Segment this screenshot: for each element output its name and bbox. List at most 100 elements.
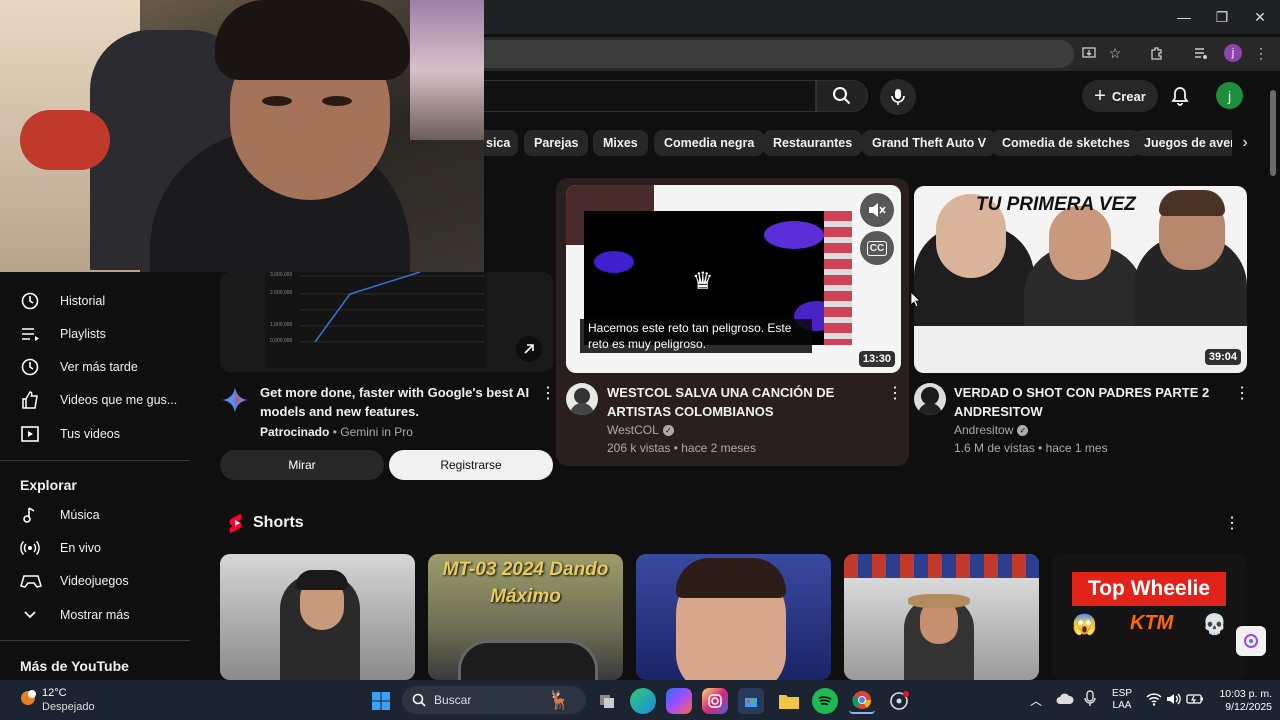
clock-time: 10:03 p. m.: [1219, 688, 1272, 700]
search-icon: [412, 693, 426, 707]
captions-button[interactable]: CC: [860, 231, 894, 265]
chip-gta[interactable]: Grand Theft Auto V: [862, 130, 997, 156]
ad-thumbnail[interactable]: 3,000,000 2,000,000 1,000,000 0,000,000: [220, 272, 553, 372]
advertiser-name: Gemini in Pro: [340, 425, 413, 439]
sidebar-item-en-vivo[interactable]: En vivo: [0, 531, 190, 564]
store-icon[interactable]: [738, 688, 764, 714]
chip-mixes[interactable]: Mixes: [593, 130, 648, 156]
video1-channel[interactable]: WestCOL: [607, 422, 659, 439]
assistant-floating-icon[interactable]: [1236, 626, 1266, 656]
plus-icon: +: [1094, 85, 1106, 107]
file-explorer-icon[interactable]: [776, 688, 802, 714]
music-icon: [0, 505, 60, 525]
video1-more-options-icon[interactable]: ⋮: [887, 386, 903, 402]
edge-icon[interactable]: [630, 688, 656, 714]
explore-heading: Explorar: [20, 477, 77, 493]
video1-preview[interactable]: ♛ CC Hacemos este reto tan peligroso. Es…: [566, 185, 901, 373]
video2-thumbnail[interactable]: TU PRIMERA VEZ 39:04: [914, 186, 1247, 373]
volume-icon[interactable]: [1166, 692, 1182, 711]
ad-title[interactable]: Get more done, faster with Google's best…: [260, 383, 532, 421]
chip-comedia-sketches[interactable]: Comedia de sketches: [992, 130, 1140, 156]
chip-juegos-aventura[interactable]: Juegos de avent: [1134, 130, 1244, 156]
close-window-button[interactable]: ✕: [1242, 4, 1278, 30]
menu-icon[interactable]: ⋮: [1250, 42, 1272, 64]
avatar[interactable]: j: [1216, 82, 1243, 109]
sidebar-item-musica[interactable]: Música: [0, 498, 190, 531]
maximize-button[interactable]: ❐: [1204, 4, 1240, 30]
search-button[interactable]: [816, 80, 868, 112]
register-button[interactable]: Registrarse: [389, 450, 553, 480]
battery-icon[interactable]: [1186, 692, 1204, 711]
obs-recording-icon[interactable]: [886, 688, 912, 714]
shorts-more-options-icon[interactable]: ⋮: [1224, 516, 1240, 532]
address-bar[interactable]: [484, 40, 1074, 68]
sidebar-item-ver-mas-tarde[interactable]: Ver más tarde: [0, 350, 190, 383]
notifications-button[interactable]: [1168, 84, 1192, 108]
video2-channel-row[interactable]: Andresitow ✓: [954, 422, 1029, 439]
ad-sponsor-line: Patrocinado • Gemini in Pro: [260, 424, 413, 440]
video2-meta: 1.6 M de vistas • hace 1 mes: [954, 441, 1108, 455]
video2-channel[interactable]: Andresitow: [954, 422, 1013, 439]
task-view-icon[interactable]: [594, 688, 620, 714]
ad-more-options-icon[interactable]: ⋮: [540, 386, 556, 402]
onedrive-icon[interactable]: [1056, 692, 1074, 710]
sponsor-label: Patrocinado: [260, 425, 330, 439]
chip-parejas[interactable]: Parejas: [524, 130, 589, 156]
language-indicator[interactable]: ESP LAA: [1112, 688, 1132, 712]
create-button[interactable]: + Crear: [1082, 80, 1158, 112]
extensions-icon[interactable]: [1146, 42, 1168, 64]
chrome-icon[interactable]: [849, 688, 875, 714]
copilot-icon[interactable]: [666, 688, 692, 714]
short-item[interactable]: [220, 554, 415, 680]
windows-start-icon[interactable]: [368, 688, 394, 714]
star-icon[interactable]: ☆: [1104, 42, 1126, 64]
minimize-button[interactable]: —: [1166, 4, 1202, 30]
clock[interactable]: 10:03 p. m. 9/12/2025: [1206, 688, 1272, 714]
verified-icon: ✓: [662, 425, 674, 436]
short-item[interactable]: [844, 554, 1039, 680]
westcol-avatar[interactable]: [566, 383, 598, 415]
short-item[interactable]: [636, 554, 831, 680]
sidebar-item-liked[interactable]: Videos que me gus...: [0, 383, 190, 416]
short-overlay-text: MT-03 2024 Dando Máximo: [442, 559, 609, 607]
install-icon[interactable]: [1078, 42, 1100, 64]
instagram-icon[interactable]: [702, 688, 728, 714]
mic-tray-icon[interactable]: [1084, 690, 1096, 713]
scrollbar-thumb[interactable]: [1270, 90, 1276, 176]
wifi-icon[interactable]: [1146, 692, 1162, 711]
weather-icon[interactable]: [14, 686, 40, 712]
mute-icon[interactable]: [860, 193, 894, 227]
short-item[interactable]: Top Wheelie KTM 😱 💀: [1052, 554, 1247, 680]
search-input[interactable]: [484, 80, 816, 112]
show-hidden-icons[interactable]: ︿: [1030, 692, 1042, 709]
chevron-right-icon[interactable]: ›: [1232, 130, 1258, 156]
video1-title[interactable]: WESTCOL SALVA UNA CANCIÓN DE ARTISTAS CO…: [607, 383, 877, 421]
andresitow-avatar[interactable]: [914, 383, 946, 415]
chip-restaurantes[interactable]: Restaurantes: [763, 130, 863, 156]
ad-chart-tick: 2,000,000: [270, 290, 293, 296]
watch-button[interactable]: Mirar: [220, 450, 384, 480]
spotify-icon[interactable]: [812, 688, 838, 714]
short-item[interactable]: MT-03 2024 Dando Máximo: [428, 554, 623, 680]
sidebar-item-historial[interactable]: Historial: [0, 284, 190, 317]
video1-channel-row[interactable]: WestCOL ✓: [607, 422, 674, 439]
sidebar-divider: [0, 460, 190, 461]
sidebar-item-label: Playlists: [60, 326, 106, 341]
video2-more-options-icon[interactable]: ⋮: [1234, 386, 1250, 402]
chip-musica[interactable]: sica: [484, 130, 518, 156]
sidebar-divider: [0, 640, 190, 641]
playlist-icon: [0, 324, 60, 344]
voice-search-button[interactable]: [880, 79, 916, 115]
sidebar-item-playlists[interactable]: Playlists: [0, 317, 190, 350]
sidebar-item-mostrar-mas[interactable]: Mostrar más: [0, 598, 190, 631]
mouse-cursor-icon: [910, 291, 921, 313]
sidebar-item-videojuegos[interactable]: Videojuegos: [0, 564, 190, 597]
video2-title[interactable]: VERDAD O SHOT CON PADRES PARTE 2 ANDRESI…: [954, 383, 1224, 421]
bell-icon: [1171, 87, 1189, 106]
chip-comedia-negra[interactable]: Comedia negra: [654, 130, 765, 156]
weather-desc: Despejado: [42, 701, 95, 713]
sidebar-item-tus-videos[interactable]: Tus videos: [0, 417, 190, 450]
media-icon[interactable]: [1190, 42, 1212, 64]
profile-icon[interactable]: j: [1224, 44, 1242, 62]
external-link-icon[interactable]: [516, 336, 542, 362]
